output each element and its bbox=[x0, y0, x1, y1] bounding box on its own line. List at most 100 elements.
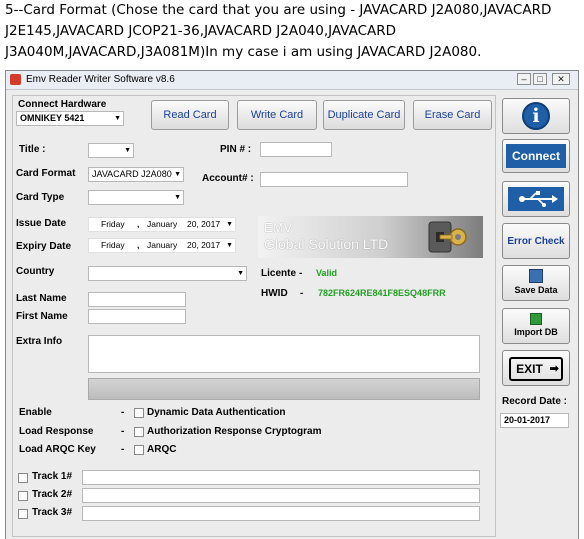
save-data-label: Save Data bbox=[514, 285, 558, 295]
logo-line1: EMV bbox=[264, 220, 293, 235]
load-arqc-dash: - bbox=[121, 444, 125, 455]
chevron-down-icon: ▼ bbox=[174, 171, 181, 178]
track3-field[interactable] bbox=[82, 506, 480, 521]
hwid-value: 782FR624RE841F8ESQ48FRR bbox=[318, 288, 446, 298]
issue-sep: , bbox=[137, 219, 140, 229]
expiry-date-value: 20, 2017 bbox=[187, 240, 221, 250]
title-bar[interactable]: Emv Reader Writer Software v8.6 – □ ✕ bbox=[6, 71, 578, 90]
arc-label: Authorization Response Cryptogram bbox=[147, 426, 322, 437]
first-name-field[interactable] bbox=[88, 309, 186, 324]
intro-text: 5--Card Format (Chose the card that you … bbox=[5, 2, 552, 60]
extra-info-label: Extra Info bbox=[16, 336, 63, 347]
card-type-label: Card Type bbox=[16, 192, 65, 203]
account-field[interactable] bbox=[260, 172, 408, 187]
issue-date-label: Issue Date bbox=[16, 218, 67, 229]
import-db-button[interactable]: Import DB bbox=[502, 308, 570, 344]
last-name-field[interactable] bbox=[88, 292, 186, 307]
hwid-label: HWID bbox=[261, 288, 288, 299]
arc-checkbox[interactable] bbox=[134, 427, 144, 437]
load-response-label: Load Response bbox=[19, 426, 94, 437]
issue-date-value: 20, 2017 bbox=[187, 219, 221, 229]
import-db-label: Import DB bbox=[514, 327, 558, 337]
close-button[interactable]: ✕ bbox=[552, 73, 570, 85]
card-format-value: JAVACARD J2A080 bbox=[92, 169, 172, 179]
key-icon bbox=[428, 221, 467, 253]
extra-info-field[interactable] bbox=[88, 335, 480, 373]
track1-field[interactable] bbox=[82, 470, 480, 485]
database-icon bbox=[530, 313, 542, 325]
issue-date-picker[interactable]: Friday , January 20, 2017 ▼ bbox=[88, 217, 236, 232]
chevron-down-icon: ▼ bbox=[114, 115, 121, 122]
connect-label: Connect bbox=[506, 144, 566, 168]
minimize-button[interactable]: – bbox=[517, 73, 531, 85]
country-select[interactable]: ▼ bbox=[88, 266, 247, 281]
title-select[interactable]: ▼ bbox=[88, 143, 134, 158]
maximize-button[interactable]: □ bbox=[533, 73, 547, 85]
chevron-down-icon: ▼ bbox=[237, 270, 244, 277]
licence-dash: - bbox=[299, 268, 303, 279]
info-button[interactable]: i bbox=[502, 98, 570, 134]
arqc-text: ARQC bbox=[147, 444, 177, 455]
exit-icon: EXIT ➡ bbox=[509, 357, 563, 381]
expiry-date-picker[interactable]: Friday , January 20, 2017 ▼ bbox=[88, 238, 236, 253]
arqc-checkbox[interactable] bbox=[134, 445, 144, 455]
exit-label: EXIT bbox=[516, 362, 543, 376]
write-card-button[interactable]: Write Card bbox=[237, 100, 317, 130]
expiry-day: Friday bbox=[101, 240, 125, 250]
card-format-label: Card Format bbox=[16, 168, 76, 179]
chevron-down-icon: ▼ bbox=[174, 194, 181, 201]
emv-logo-banner: EMV Global Solution LTD bbox=[258, 216, 483, 258]
track1-checkbox[interactable] bbox=[18, 473, 28, 483]
licence-label: Licente bbox=[261, 268, 297, 279]
dda-checkbox[interactable] bbox=[134, 408, 144, 418]
expiry-sep: , bbox=[137, 240, 140, 250]
save-data-button[interactable]: Save Data bbox=[502, 265, 570, 301]
expiry-date-label: Expiry Date bbox=[16, 241, 72, 252]
track2-label: Track 2# bbox=[32, 489, 73, 500]
error-check-button[interactable]: Error Check bbox=[502, 223, 570, 259]
first-name-label: First Name bbox=[16, 311, 68, 322]
track1-label: Track 1# bbox=[32, 471, 73, 482]
title-label: Title : bbox=[19, 144, 46, 155]
record-date-field[interactable]: 20-01-2017 bbox=[500, 413, 569, 428]
chevron-down-icon: ▼ bbox=[226, 242, 233, 249]
chevron-down-icon: ▼ bbox=[124, 147, 131, 154]
record-date-label: Record Date : bbox=[502, 396, 568, 407]
window-title: Emv Reader Writer Software v8.6 bbox=[26, 74, 175, 85]
dda-label: Dynamic Data Authentication bbox=[147, 407, 286, 418]
usb-button[interactable] bbox=[502, 181, 570, 217]
enable-label: Enable bbox=[19, 407, 52, 418]
connect-button[interactable]: Connect bbox=[502, 139, 570, 173]
usb-icon bbox=[508, 187, 564, 211]
duplicate-card-button[interactable]: Duplicate Card bbox=[323, 100, 405, 130]
pin-field[interactable] bbox=[260, 142, 332, 157]
country-label: Country bbox=[16, 266, 55, 277]
app-window: Emv Reader Writer Software v8.6 – □ ✕ Co… bbox=[5, 70, 579, 539]
info-icon: i bbox=[522, 102, 550, 130]
hwid-dash: - bbox=[300, 288, 304, 299]
card-type-select[interactable]: ▼ bbox=[88, 190, 184, 205]
expiry-month: January bbox=[147, 240, 178, 250]
licence-status: Valid bbox=[316, 268, 338, 278]
pin-label: PIN # : bbox=[220, 144, 252, 155]
account-label: Account# : bbox=[202, 173, 254, 184]
track2-field[interactable] bbox=[82, 488, 480, 503]
progress-bar bbox=[88, 378, 480, 400]
track3-label: Track 3# bbox=[32, 507, 73, 518]
issue-day: Friday bbox=[101, 219, 125, 229]
card-format-select[interactable]: JAVACARD J2A080 ▼ bbox=[88, 167, 184, 182]
exit-button[interactable]: EXIT ➡ bbox=[502, 350, 570, 386]
read-card-button[interactable]: Read Card bbox=[151, 100, 229, 130]
floppy-icon bbox=[529, 269, 543, 283]
chevron-down-icon: ▼ bbox=[226, 221, 233, 228]
track3-checkbox[interactable] bbox=[18, 509, 28, 519]
arrow-right-icon: ➡ bbox=[549, 363, 559, 375]
last-name-label: Last Name bbox=[16, 293, 67, 304]
enable-dash: - bbox=[121, 407, 125, 418]
track2-checkbox[interactable] bbox=[18, 491, 28, 501]
hardware-select[interactable]: OMNIKEY 5421 ▼ bbox=[16, 111, 124, 126]
erase-card-button[interactable]: Erase Card bbox=[413, 100, 492, 130]
connect-hardware-label: Connect Hardware bbox=[18, 99, 107, 110]
issue-month: January bbox=[147, 219, 178, 229]
hardware-value: OMNIKEY 5421 bbox=[20, 113, 85, 123]
